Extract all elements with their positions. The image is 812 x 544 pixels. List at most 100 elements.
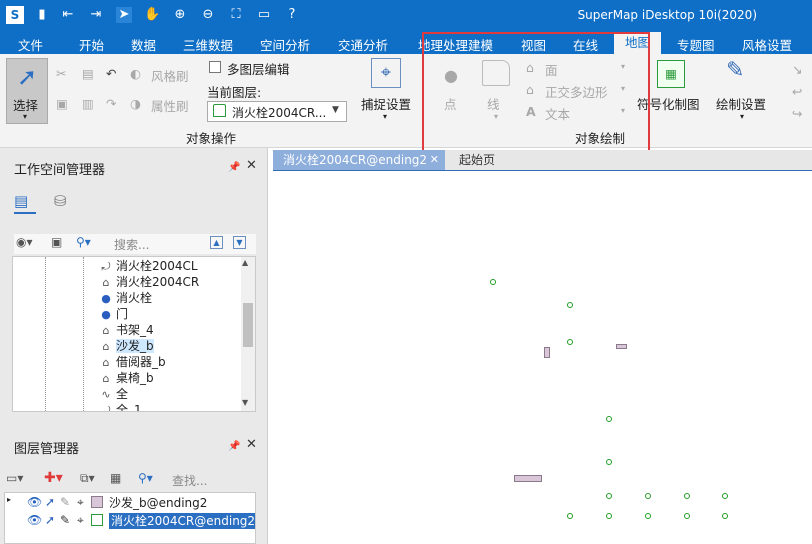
open-folder-icon[interactable]: ▭ <box>256 7 272 23</box>
map-canvas[interactable] <box>273 170 812 544</box>
snap-icon[interactable]: ⌖ <box>77 495 84 510</box>
list-item[interactable]: ⌂ 借阅器_b <box>99 354 166 370</box>
editable-icon[interactable]: ✎ <box>60 513 70 527</box>
hydrant-point[interactable] <box>490 279 496 285</box>
more-tool-icon[interactable]: ↪ <box>792 106 802 121</box>
menu-traffic-analysis[interactable]: 交通分析 <box>338 35 388 54</box>
layer-row[interactable]: ▸ 👁 ➚ ✎ ⌖ 沙发_b@ending2 <box>5 495 255 511</box>
scroll-down-icon[interactable]: ▼ <box>242 398 248 407</box>
pin-icon[interactable]: 📌 <box>228 162 240 173</box>
hydrant-point[interactable] <box>684 513 690 519</box>
menu-3d-data[interactable]: 三维数据 <box>183 35 233 54</box>
pin-icon[interactable]: 📌 <box>228 441 240 452</box>
list-item-selected[interactable]: ⌂ 沙发_b <box>99 338 154 354</box>
snap-icon[interactable]: ⌖ <box>77 513 84 528</box>
scrollbar-thumb[interactable] <box>243 303 253 347</box>
menu-thematic-map[interactable]: 专题图 <box>677 35 715 54</box>
visible-eye-icon[interactable]: 👁 <box>27 495 42 509</box>
hydrant-point[interactable] <box>645 513 651 519</box>
menu-data[interactable]: 数据 <box>131 35 156 54</box>
hydrant-point[interactable] <box>645 493 651 499</box>
layer-search-input[interactable]: 查找... <box>172 472 207 489</box>
layer-options-icon[interactable]: ▭▾ <box>6 471 23 485</box>
zoom-in-icon[interactable]: ⊕ <box>172 7 188 23</box>
paste-icon[interactable]: ▤ <box>82 66 94 81</box>
doc-icon[interactable]: ▣ <box>51 235 62 249</box>
import-icon[interactable]: ⇤ <box>60 7 76 23</box>
undo-icon[interactable]: ↶ <box>106 66 116 81</box>
hydrant-point[interactable] <box>606 493 612 499</box>
redo-icon[interactable]: ↷ <box>106 96 116 111</box>
close-icon[interactable]: ✕ <box>246 158 257 173</box>
selectable-icon[interactable]: ➚ <box>45 513 55 527</box>
draw-settings-button[interactable]: 绘制设置 <box>716 94 766 113</box>
close-icon[interactable]: ✕ <box>430 150 439 170</box>
workspace-search-input[interactable]: 搜索... <box>114 236 149 253</box>
list-item[interactable]: ⤾ 消火栓2004CL <box>99 258 197 274</box>
hydrant-point[interactable] <box>567 302 573 308</box>
export-icon[interactable]: ⇥ <box>88 7 104 23</box>
workspace-tree: ⤾ 消火栓2004CL ⌂ 消火栓2004CR ● 消火栓 ● 门 ⌂ 书架_4 ⌂ 沙发_… <box>12 256 256 412</box>
scroll-up-icon[interactable]: ▲ <box>242 258 248 267</box>
close-icon[interactable]: ✕ <box>246 437 257 452</box>
list-item[interactable]: ⌂ 桌椅_b <box>99 370 154 386</box>
tab-start-page[interactable]: 起始页 <box>449 150 519 170</box>
attr-brush-label[interactable]: 属性刷 <box>151 96 189 115</box>
hydrant-point[interactable] <box>684 493 690 499</box>
zoom-out-icon[interactable]: ⊖ <box>200 7 216 23</box>
move-up-icon[interactable]: ▲ <box>210 236 223 249</box>
full-extent-icon[interactable]: ⛶ <box>228 7 244 23</box>
hydrant-point[interactable] <box>606 416 612 422</box>
layer-grid-icon[interactable]: ▦ <box>110 471 121 485</box>
list-item[interactable]: ⌂ 消火栓2004CR <box>99 274 200 290</box>
current-layer-select[interactable]: 消火栓2004CR... ▼ <box>207 101 347 122</box>
editable-icon[interactable]: ✎ <box>60 495 70 509</box>
tab-map[interactable]: 消火栓2004CR@ending2 ✕ <box>273 150 445 170</box>
layer-group-icon[interactable]: ⧉▾ <box>80 471 95 486</box>
help-icon[interactable]: ? <box>284 7 300 23</box>
select-button[interactable]: ➚ 选择 ▾ <box>6 58 48 124</box>
layer-toolbar: ▭▾ ✚▾ ⧉▾ ▦ ⚲▾ 查找... <box>4 470 256 490</box>
scrollbar[interactable]: ▲ ▼ <box>241 257 255 411</box>
pan-icon[interactable]: ✋ <box>144 7 160 23</box>
workspace-tab-icon[interactable]: ▤ <box>14 192 34 210</box>
save-icon[interactable]: ▮ <box>34 7 50 23</box>
sofa-region[interactable] <box>544 347 550 358</box>
list-item[interactable]: ● 消火栓 <box>99 290 152 306</box>
expand-icon[interactable]: ▸ <box>7 495 11 504</box>
menu-spatial-analysis[interactable]: 空间分析 <box>260 35 310 54</box>
hydrant-point[interactable] <box>606 459 612 465</box>
add-layer-icon[interactable]: ✚▾ <box>44 470 63 486</box>
selectable-icon[interactable]: ➚ <box>45 495 55 509</box>
hydrant-point[interactable] <box>567 339 573 345</box>
database-tab-icon[interactable]: ⛁ <box>54 192 67 210</box>
sofa-region[interactable] <box>616 344 627 349</box>
delete-icon[interactable]: ▥ <box>82 96 94 111</box>
hydrant-point[interactable] <box>567 513 573 519</box>
snap-settings-label[interactable]: 捕捉设置 <box>361 94 411 113</box>
hydrant-point[interactable] <box>606 513 612 519</box>
pointer-icon[interactable]: ➤ <box>116 7 132 23</box>
list-item[interactable]: ● 门 <box>99 306 128 322</box>
view-icon[interactable]: ◉▾ <box>16 235 33 249</box>
layer-row-selected[interactable]: 👁 ➚ ✎ ⌖ 消火栓2004CR@ending2 <box>5 513 255 529</box>
multi-layer-edit-checkbox[interactable] <box>209 61 221 73</box>
copy-icon[interactable]: ▣ <box>56 96 68 111</box>
style-brush-label[interactable]: 风格刷 <box>151 66 189 85</box>
hydrant-point[interactable] <box>722 493 728 499</box>
list-item[interactable]: ⌂ 书架_4 <box>99 322 154 338</box>
cut-icon[interactable]: ✂ <box>56 66 66 81</box>
more-tool-icon[interactable]: ↘ <box>792 62 802 77</box>
tab-label: 起始页 <box>459 153 496 167</box>
more-tool-icon[interactable]: ↩ <box>792 84 802 99</box>
sofa-region[interactable] <box>514 475 542 482</box>
list-item[interactable]: ∿ 全 <box>99 386 128 402</box>
hydrant-point[interactable] <box>722 513 728 519</box>
menu-style-settings[interactable]: 风格设置 <box>742 35 792 54</box>
visible-eye-icon[interactable]: 👁 <box>27 513 42 527</box>
snap-settings-icon[interactable]: ⌖ <box>371 58 401 88</box>
move-down-icon[interactable]: ▼ <box>233 236 246 249</box>
menu-file[interactable]: 文件 <box>18 35 43 54</box>
menu-start[interactable]: 开始 <box>79 35 104 54</box>
list-item[interactable]: ⤾ 全_1 <box>99 402 141 411</box>
